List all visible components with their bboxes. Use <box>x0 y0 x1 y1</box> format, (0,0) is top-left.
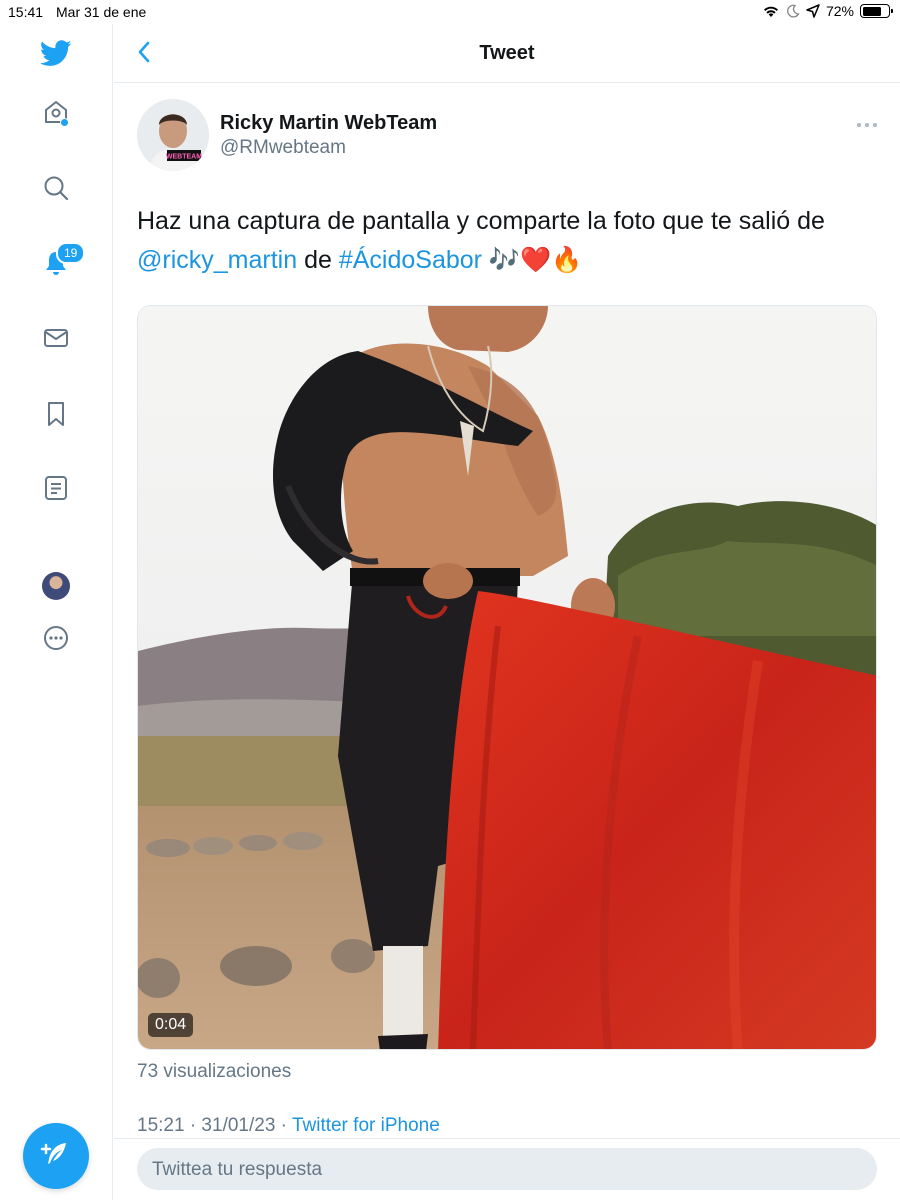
tweet-text-part: de <box>297 246 339 274</box>
location-icon <box>806 4 820 18</box>
mail-icon <box>42 324 70 352</box>
moon-icon <box>786 4 800 18</box>
tweet-video[interactable]: 0:04 <box>137 305 877 1050</box>
sidebar-item-messages[interactable] <box>36 318 76 358</box>
status-date: Mar 31 de ene <box>56 4 147 20</box>
author-avatar[interactable]: WEBTEAM <box>137 99 209 171</box>
hashtag-link[interactable]: #ÁcidoSabor <box>339 246 482 274</box>
status-indicators: 72% <box>762 3 893 19</box>
bookmark-icon <box>42 400 70 428</box>
avatar-label: WEBTEAM <box>166 154 202 161</box>
battery-percent: 72% <box>825 3 854 19</box>
sidebar: 19 <box>0 24 113 1200</box>
tweet-options-button[interactable] <box>852 112 882 136</box>
status-bar: 15:41 Mar 31 de ene 72% <box>0 0 900 24</box>
home-unread-dot <box>60 118 69 127</box>
compose-button[interactable] <box>23 1123 89 1189</box>
tweet-timestamp: 15:21 · 31/01/23 · <box>137 1115 292 1136</box>
search-icon <box>42 174 70 202</box>
tweet-header: Tweet <box>114 24 900 83</box>
status-time: 15:41 <box>8 4 44 20</box>
sidebar-item-bookmarks[interactable] <box>36 394 76 434</box>
compose-feather-icon <box>39 1137 73 1176</box>
sidebar-item-lists[interactable] <box>36 468 76 508</box>
author-name[interactable]: Ricky Martin WebTeam <box>220 112 437 135</box>
sidebar-item-home[interactable] <box>36 92 76 132</box>
more-horizontal-icon <box>856 115 878 133</box>
twitter-logo-icon[interactable] <box>36 33 76 73</box>
sidebar-item-explore[interactable] <box>36 168 76 208</box>
battery-icon <box>860 4 893 18</box>
tweet-meta: 15:21 · 31/01/23 · Twitter for iPhone <box>137 1115 440 1137</box>
author-handle[interactable]: @RMwebteam <box>220 137 346 159</box>
reply-placeholder: Twittea tu respuesta <box>152 1159 323 1180</box>
tweet-source-link[interactable]: Twitter for iPhone <box>292 1115 440 1136</box>
tweet-text: Haz una captura de pantalla y comparte l… <box>137 202 882 280</box>
list-icon <box>42 474 70 502</box>
mention-link[interactable]: @ricky_martin <box>137 246 297 274</box>
tweet-text-part: Haz una captura de pantalla y comparte l… <box>137 207 825 235</box>
sidebar-item-more[interactable] <box>36 618 76 658</box>
video-duration: 0:04 <box>148 1013 194 1037</box>
wifi-icon <box>762 4 780 18</box>
page-title: Tweet <box>479 42 535 64</box>
notifications-badge: 19 <box>56 242 86 264</box>
divider <box>114 1138 900 1139</box>
tweet-emojis: 🎶❤️🔥 <box>481 246 583 274</box>
more-icon <box>42 624 70 652</box>
profile-avatar[interactable] <box>42 572 70 600</box>
view-count[interactable]: 73 visualizaciones <box>137 1061 291 1083</box>
reply-input[interactable]: Twittea tu respuesta <box>137 1148 877 1190</box>
video-frame-image <box>138 306 876 1049</box>
